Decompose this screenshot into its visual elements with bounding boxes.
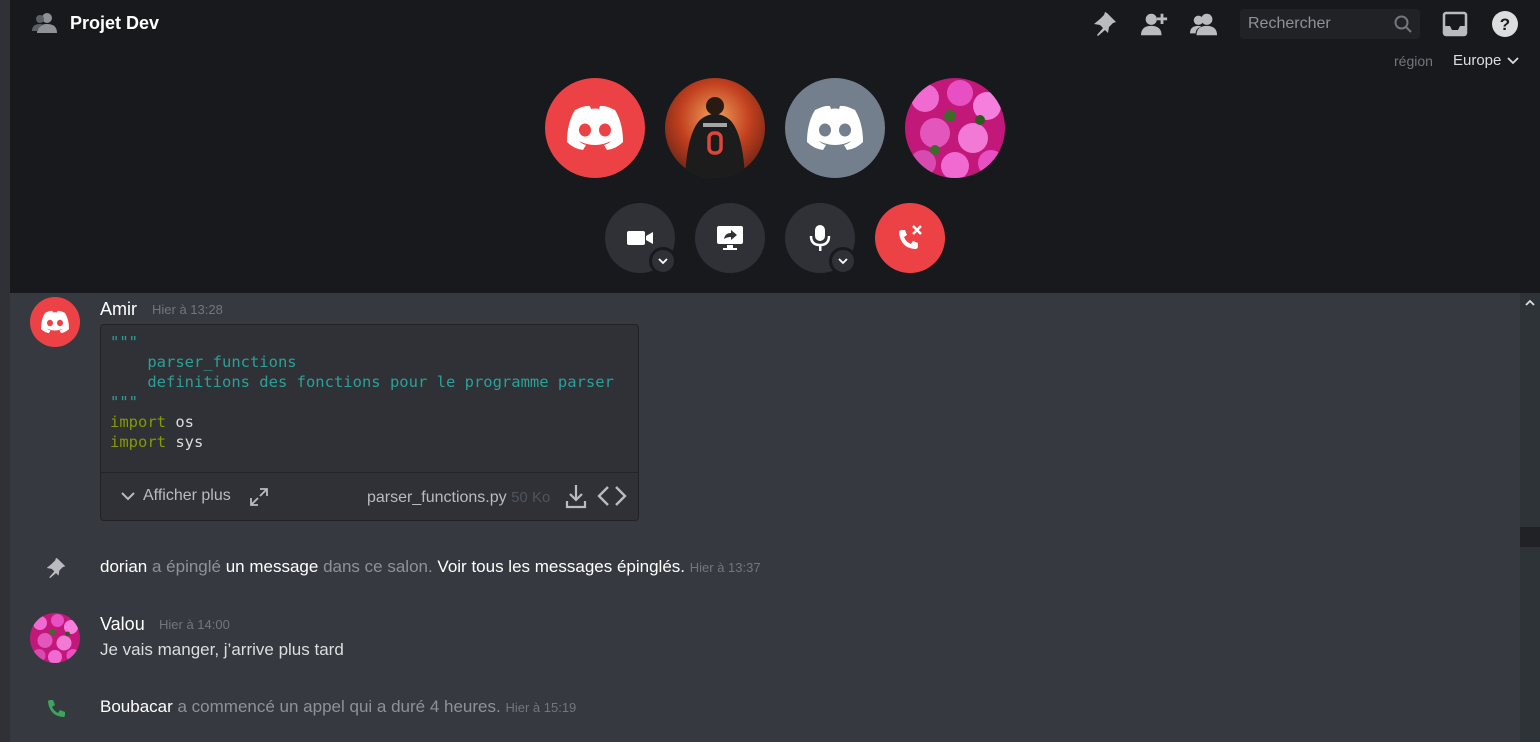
phone-icon	[48, 700, 65, 717]
participant-avatar-basketball-player[interactable]	[665, 78, 765, 178]
discord-logo-icon	[807, 105, 863, 150]
participant-avatar-discord-grey[interactable]	[785, 78, 885, 178]
view-pinned-messages-link[interactable]: Voir tous les messages épinglés.	[437, 557, 685, 576]
search-input[interactable]	[1240, 9, 1390, 39]
chat-scrollbar[interactable]	[1520, 293, 1540, 742]
help-button[interactable]: ?	[1491, 10, 1519, 38]
screen-share-icon	[717, 226, 743, 250]
region-value: Europe	[1453, 52, 1502, 69]
guild-sidebar-edge	[0, 0, 10, 742]
code-line: definitions des fonctions pour le progra…	[110, 372, 614, 392]
message-timestamp: Hier à 13:37	[689, 560, 761, 575]
message-timestamp: Hier à 13:28	[152, 302, 223, 317]
code-identifier: sys	[166, 433, 204, 451]
flowers-photo-icon	[910, 80, 1004, 178]
channel-header: Projet Dev Rechercher ?	[10, 0, 1540, 48]
system-message-text: a commencé un appel qui a duré 4 heures.	[172, 697, 501, 716]
screen-share-button[interactable]	[695, 203, 765, 273]
participant-avatar-pink-flowers[interactable]	[905, 78, 1005, 178]
message-timestamp: Hier à 15:19	[505, 700, 577, 715]
show-more-label: Afficher plus	[143, 487, 231, 504]
camera-button[interactable]	[605, 203, 677, 275]
code-docstring: parser_functions	[110, 353, 297, 371]
call-system-message: Boubacar a commencé un appel qui a duré …	[100, 697, 576, 717]
flowers-photo-icon	[32, 614, 80, 663]
code-docstring: definitions des fonctions pour le progra…	[110, 373, 614, 391]
chevron-down-icon	[838, 257, 848, 264]
player-photo-icon	[685, 97, 745, 178]
inbox-icon	[1442, 11, 1468, 37]
code-line: """	[110, 332, 614, 352]
discord-logo-icon	[41, 310, 69, 333]
svg-text:?: ?	[1500, 15, 1510, 34]
microphone-options-button[interactable]	[829, 247, 857, 275]
microphone-icon	[809, 225, 831, 251]
message-author[interactable]: Amir	[100, 299, 137, 320]
help-icon: ?	[1492, 11, 1518, 37]
code-keyword: import	[110, 433, 166, 451]
chevron-up-icon[interactable]	[1524, 297, 1536, 309]
search-icon	[1394, 15, 1412, 33]
hang-up-icon	[899, 225, 922, 249]
search-box[interactable]	[1240, 9, 1420, 39]
code-preview: """ parser_functions definitions des fon…	[110, 332, 614, 452]
disconnect-call-button[interactable]	[875, 203, 945, 273]
code-line: import os	[110, 412, 614, 432]
chevron-down-icon	[658, 257, 668, 264]
code-docstring: """	[110, 333, 138, 351]
attachment-filename[interactable]: parser_functions.py	[367, 489, 507, 506]
attachment-footer: Afficher plus parser_functions.py 50 Ko	[101, 472, 638, 520]
microphone-button[interactable]	[785, 203, 857, 275]
add-member-icon	[1141, 13, 1168, 36]
members-icon	[1190, 13, 1218, 36]
camera-icon	[627, 231, 653, 245]
pin-icon	[1094, 12, 1116, 36]
message-list: Amir Hier à 13:28 """ parser_functions d…	[10, 293, 1520, 742]
code-line: parser_functions	[110, 352, 614, 372]
pinned-message-link[interactable]: un message	[226, 557, 319, 576]
message-timestamp: Hier à 14:00	[159, 617, 230, 632]
scrollbar-thumb[interactable]	[1520, 527, 1540, 547]
region-dropdown[interactable]: Europe	[1453, 52, 1520, 69]
attachment-file-info: parser_functions.py 50 Ko	[367, 489, 550, 507]
channel-title: Projet Dev	[70, 13, 160, 33]
system-message-text: a épinglé	[147, 557, 226, 576]
add-friend-to-dm-button[interactable]	[1141, 10, 1169, 38]
code-keyword: import	[110, 413, 166, 431]
chevron-down-icon	[1507, 56, 1520, 64]
code-identifier: os	[166, 413, 194, 431]
code-view-icon[interactable]	[597, 485, 627, 507]
discord-logo-icon	[567, 105, 623, 150]
code-docstring: """	[110, 393, 138, 411]
inbox-button[interactable]	[1441, 10, 1469, 38]
code-line: import sys	[110, 432, 614, 452]
system-message-user[interactable]: dorian	[100, 557, 147, 576]
group-dm-icon	[32, 13, 57, 33]
avatar[interactable]	[30, 613, 80, 663]
code-attachment: """ parser_functions definitions des fon…	[100, 324, 639, 521]
region-label: région	[1394, 53, 1433, 69]
camera-options-button[interactable]	[649, 247, 677, 275]
voice-call-panel: Projet Dev Rechercher ? région Europe	[10, 0, 1540, 293]
download-icon[interactable]	[565, 483, 587, 509]
message-author[interactable]: Valou	[100, 614, 145, 635]
attachment-filesize: 50 Ko	[511, 489, 551, 506]
chevron-down-icon	[121, 492, 135, 501]
code-line: """	[110, 392, 614, 412]
pin-icon	[46, 557, 66, 579]
participant-avatar-discord-red[interactable]	[545, 78, 645, 178]
member-list-button[interactable]	[1190, 10, 1218, 38]
expand-icon[interactable]	[249, 487, 269, 507]
message-content: Je vais manger, j’arrive plus tard	[100, 640, 344, 659]
avatar[interactable]	[30, 297, 80, 347]
show-more-button[interactable]: Afficher plus	[121, 487, 231, 505]
pin-system-message: dorian a épinglé un message dans ce salo…	[100, 557, 761, 577]
pinned-messages-button[interactable]	[1091, 10, 1119, 38]
system-message-text: dans ce salon.	[318, 557, 438, 576]
system-message-user[interactable]: Boubacar	[100, 697, 173, 716]
